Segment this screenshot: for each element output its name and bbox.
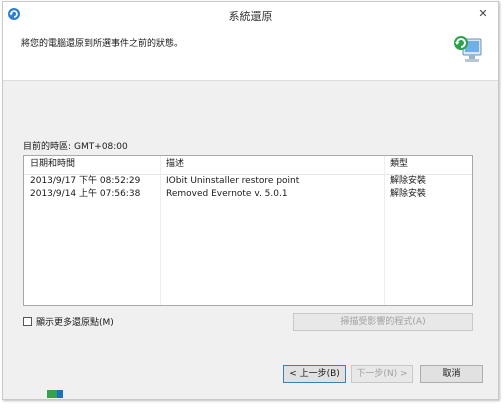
show-more-checkbox[interactable] [23,317,32,326]
window-title: 系統還原 [228,10,273,23]
row-type: 解除安裝 [390,176,427,186]
list-header: 日期和時間 描述 類型 [24,156,472,175]
system-restore-window: 系統還原 ✕ 將您的電腦還原到所選事件之前的狀態。 目前的時區: GMT+08:0… [2,1,499,400]
show-more-label[interactable]: 顯示更多還原點(M) [36,315,114,328]
close-button[interactable]: ✕ [475,7,491,21]
timezone-label: 目前的時區: [23,142,72,152]
restore-points-list[interactable]: 日期和時間 描述 類型 2013/9/17 下午 08:52:29 IObit … [23,155,473,306]
row-date: 2013/9/17 下午 08:52:29 [30,176,141,186]
next-button[interactable]: 下一步(N) > [351,365,413,383]
title-bar: 系統還原 ✕ [3,2,498,28]
table-row[interactable]: 2013/9/17 下午 08:52:29 IObit Uninstaller … [24,175,472,188]
header-panel: 將您的電腦還原到所選事件之前的狀態。 [3,28,498,81]
column-header-description[interactable]: 描述 [160,156,384,174]
show-more-option[interactable]: 顯示更多還原點(M) [23,315,114,328]
instruction-text: 將您的電腦還原到所選事件之前的狀態。 [21,39,184,49]
timezone-info: 目前的時區: GMT+08:00 [23,139,131,152]
scan-affected-programs-button[interactable]: 掃描受影響的程式(A) [293,313,473,331]
row-type: 解除安裝 [390,189,427,199]
cancel-button[interactable]: 取消 [420,365,483,383]
row-description: Removed Evernote v. 5.0.1 [166,189,288,199]
table-row[interactable]: 2013/9/14 上午 07:56:38 Removed Evernote v… [24,188,472,201]
row-description: IObit Uninstaller restore point [166,176,300,186]
back-button[interactable]: < 上一步(B) [283,365,346,383]
taskbar-fragment-icon [3,386,73,406]
column-header-type[interactable]: 類型 [384,156,472,174]
timezone-value: GMT+08:00 [74,142,128,152]
row-date: 2013/9/14 上午 07:56:38 [30,189,141,199]
restore-computer-icon [452,31,484,67]
column-header-date[interactable]: 日期和時間 [24,156,160,174]
